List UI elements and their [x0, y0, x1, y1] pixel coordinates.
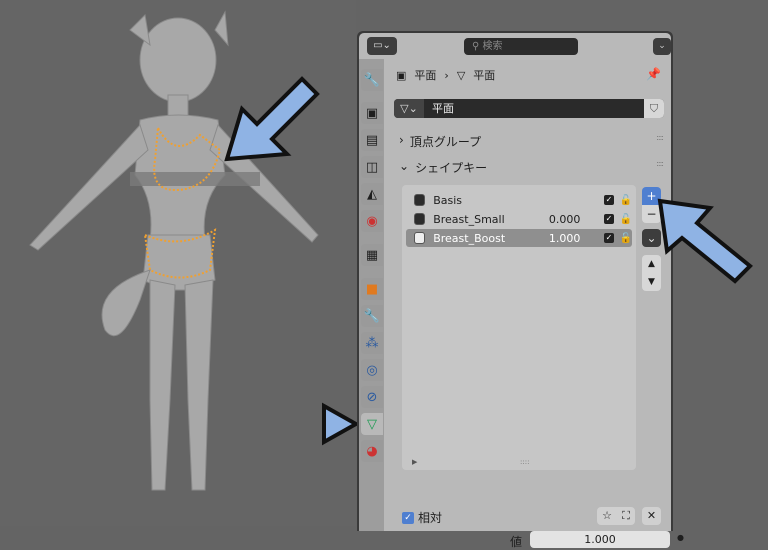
mute-checkbox[interactable]: ✓ [604, 195, 614, 205]
tab-constraints[interactable]: ⊘ [361, 386, 383, 408]
properties-header: ▭⌄ ⚲ 検索 ⌄ [359, 33, 671, 59]
tab-output[interactable]: ▤ [361, 129, 383, 151]
relative-checkbox[interactable]: ✓ 相対 [402, 509, 442, 526]
edit-mode-icon[interactable]: ⛶ [622, 507, 630, 525]
value-label: 値 [510, 535, 523, 549]
pin-icon[interactable]: 📌 [646, 67, 661, 81]
keyframe-dot-icon[interactable]: ● [677, 533, 684, 542]
mesh-browse-button[interactable]: ▽⌄ [394, 99, 424, 118]
filter-toggle-icon[interactable]: ▶ [412, 458, 417, 466]
shape-key-icon [414, 232, 426, 244]
value-slider[interactable]: 1.000 [530, 531, 670, 548]
tab-render[interactable]: ▣ [361, 102, 383, 124]
mesh-data-panel: ▣ 平面 › ▽ 平面 📌 ▽⌄ 平面 ⛉ › 頂点グループ:::: ⌄ シェイプキ… [384, 59, 684, 549]
mesh-name-field[interactable]: ▽⌄ 平面 ⛉ [394, 99, 664, 118]
3d-viewport[interactable] [0, 0, 360, 526]
lock-icon[interactable]: 🔓 [620, 214, 632, 225]
tab-collection[interactable]: ▦ [361, 244, 383, 266]
tab-view-layer[interactable]: ◫ [361, 156, 383, 178]
section-shape-keys[interactable]: ⌄ シェイプキー:::: [399, 159, 671, 176]
object-icon: ▣ [396, 68, 407, 82]
tab-mesh-data[interactable]: ▽ [361, 413, 383, 435]
shape-key-tools: ☆ ⛶ [597, 507, 635, 525]
pointer-arrow-icon [657, 198, 753, 284]
lock-icon[interactable]: 🔓 [620, 233, 632, 244]
list-item[interactable]: Basis ✓ 🔓 [406, 191, 632, 209]
pointer-arrow-icon [224, 76, 320, 162]
resize-handle[interactable]: :::: [520, 458, 529, 466]
shape-key-icon [414, 194, 426, 206]
tab-material[interactable]: ◕ [361, 440, 383, 462]
drag-handle[interactable]: :::: [656, 133, 664, 142]
mute-checkbox[interactable]: ✓ [604, 214, 614, 224]
mute-checkbox[interactable]: ✓ [604, 233, 614, 243]
shape-key-list: Basis ✓ 🔓 Breast_Small 0.000 ✓ 🔓 Breast_Boost… [402, 185, 636, 470]
search-icon: ⚲ [472, 41, 483, 52]
pointer-arrow-icon [322, 402, 360, 446]
options-dropdown[interactable]: ⌄ [653, 38, 671, 55]
tab-world[interactable]: ◉ [361, 210, 383, 232]
star-icon[interactable]: ☆ [602, 507, 612, 525]
chevron-right-icon: › [399, 133, 404, 147]
editor-type-button[interactable]: ▭⌄ [367, 37, 397, 55]
tab-modifiers[interactable]: 🔧 [361, 305, 383, 327]
clear-button[interactable]: ✕ [642, 507, 661, 525]
shape-key-icon [414, 213, 426, 225]
breadcrumb: ▣ 平面 › ▽ 平面 [396, 68, 496, 83]
drag-handle[interactable]: :::: [656, 159, 664, 168]
tab-physics[interactable]: ◎ [361, 359, 383, 381]
search-input[interactable]: ⚲ 検索 [464, 38, 578, 55]
lock-icon[interactable]: 🔓 [620, 195, 632, 206]
tab-tool[interactable]: 🔧 [361, 69, 383, 91]
chevron-down-icon: ⌄ [399, 159, 410, 173]
fake-user-shield-icon[interactable]: ⛉ [644, 99, 664, 118]
checkbox-checked-icon: ✓ [402, 511, 414, 524]
mesh-icon: ▽ [456, 68, 466, 82]
properties-tabs: 🔧 ▣ ▤ ◫ ◭ ◉ ▦ ■ 🔧 ⁂ ◎ ⊘ ▽ ◕ [359, 59, 384, 531]
tab-object[interactable]: ■ [361, 278, 383, 300]
properties-editor: ▭⌄ ⚲ 検索 ⌄ 🔧 ▣ ▤ ◫ ◭ ◉ ▦ ■ 🔧 ⁂ ◎ ⊘ ▽ ◕ ▣ … [357, 31, 684, 549]
tab-particles[interactable]: ⁂ [361, 332, 383, 354]
tab-scene[interactable]: ◭ [361, 183, 383, 205]
list-item[interactable]: Breast_Small 0.000 ✓ 🔓 [406, 210, 632, 228]
list-item[interactable]: Breast_Boost 1.000 ✓ 🔓 [406, 229, 632, 247]
section-vertex-groups[interactable]: › 頂点グループ:::: [399, 133, 671, 150]
